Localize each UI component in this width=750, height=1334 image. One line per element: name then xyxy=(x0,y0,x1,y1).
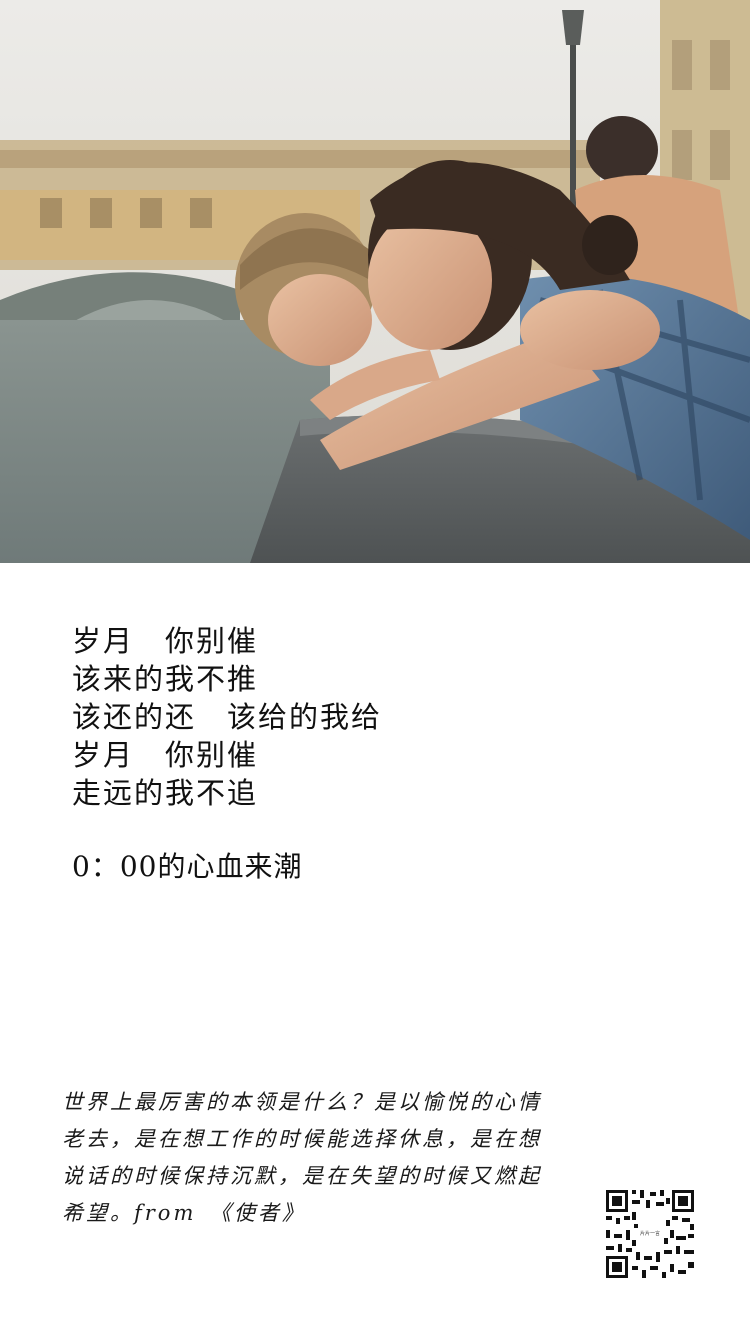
hero-photo xyxy=(0,0,750,563)
poem-line-5: 走远的我不追 xyxy=(72,776,259,810)
poem-line-1: 岁月 你别催 xyxy=(72,624,259,658)
poem-line-3: 该还的还 该给的我给 xyxy=(72,700,383,734)
quote-text: 世界上最厉害的本领是什么？是以愉悦的心情老去，是在想工作的时候能选择休息，是在想… xyxy=(62,1090,542,1225)
qr-code-icon[interactable]: 片片一言 xyxy=(606,1190,694,1278)
poem-block: 岁月 你别催 该来的我不推 该还的还 该给的我给 岁月 你别催 走远的我不追 0… xyxy=(72,622,632,886)
poem-line-4: 岁月 你别催 xyxy=(72,738,259,772)
qr-center-label: 片片一言 xyxy=(638,1223,662,1245)
poem-line-2: 该来的我不推 xyxy=(72,662,259,696)
poem-signature: 0：00的心血来潮 xyxy=(72,850,303,883)
